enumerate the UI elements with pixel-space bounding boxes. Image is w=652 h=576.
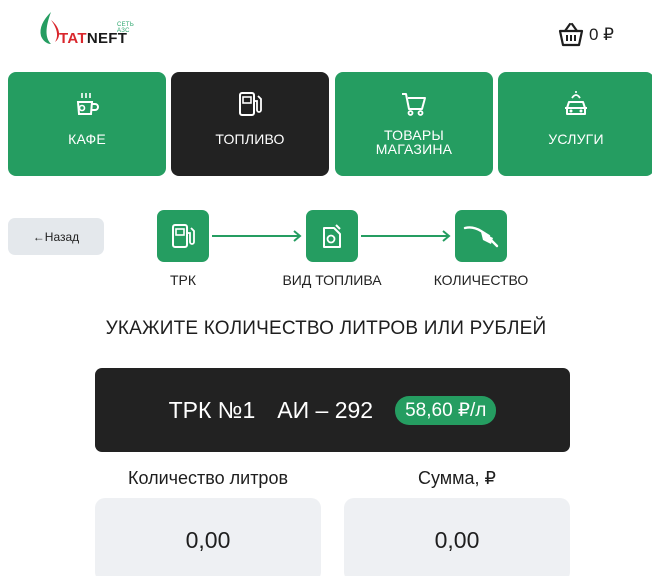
category-fuel[interactable]: ТОПЛИВО <box>171 72 329 176</box>
category-label: УСЛУГИ <box>548 131 604 147</box>
fuel-pump-icon <box>237 90 263 118</box>
basket-icon <box>558 22 584 47</box>
cart-button[interactable]: 0 ₽ <box>557 22 614 48</box>
fuel-grade: АИ – 292 <box>277 396 374 423</box>
category-shop[interactable]: ТОВАРЫ МАГАЗИНА <box>335 72 493 176</box>
category-label: ТОВАРЫ МАГАЗИНА <box>375 127 453 157</box>
cart-amount: 0 ₽ <box>589 25 614 44</box>
step-arrow-icon <box>212 230 302 242</box>
liters-label: Количество литров <box>127 468 289 488</box>
liters-input[interactable]: 0,00 <box>95 498 321 576</box>
logo-text: TATNEFT <box>59 30 128 47</box>
pump-number: ТРК №1 <box>168 396 256 423</box>
fuel-kiosk-screen: СЕТЬ АЗС TATNEFT 0 ₽ КАФЕ ТОПЛИВО ТОВАРЫ… <box>0 0 652 576</box>
shopping-cart-icon <box>400 90 428 118</box>
instruction-text: УКАЖИТЕ КОЛИЧЕСТВО ЛИТРОВ ИЛИ РУБЛЕЙ <box>105 318 547 339</box>
step-label-pump: ТРК <box>169 272 197 288</box>
step-label-fuel-type: ВИД ТОПЛИВА <box>282 272 382 288</box>
fuel-nozzle-icon <box>463 226 499 248</box>
pump-info-bar: ТРК №1 АИ – 292 58,60 ₽/л <box>95 368 570 452</box>
step-arrow-icon <box>361 230 451 242</box>
category-label: ТОПЛИВО <box>215 131 285 147</box>
sum-input[interactable]: 0,00 <box>344 498 570 576</box>
category-services[interactable]: УСЛУГИ <box>498 72 652 176</box>
back-button[interactable]: ←Назад <box>8 218 104 255</box>
step-label-quantity: КОЛИЧЕСТВО <box>433 272 529 288</box>
car-wash-icon <box>562 90 590 118</box>
category-label: КАФЕ <box>68 131 106 147</box>
step-quantity[interactable] <box>455 210 507 262</box>
fuel-can-icon <box>323 224 341 248</box>
price-badge: 58,60 ₽/л <box>395 395 497 425</box>
category-cafe[interactable]: КАФЕ <box>8 72 166 176</box>
step-fuel-type[interactable] <box>306 210 358 262</box>
fuel-pump-icon <box>172 224 195 248</box>
step-pump[interactable] <box>157 210 209 262</box>
tatneft-logo: СЕТЬ АЗС TATNEFT <box>37 8 147 48</box>
coffee-cup-icon <box>74 90 100 118</box>
sum-label: Сумма, ₽ <box>417 468 496 488</box>
